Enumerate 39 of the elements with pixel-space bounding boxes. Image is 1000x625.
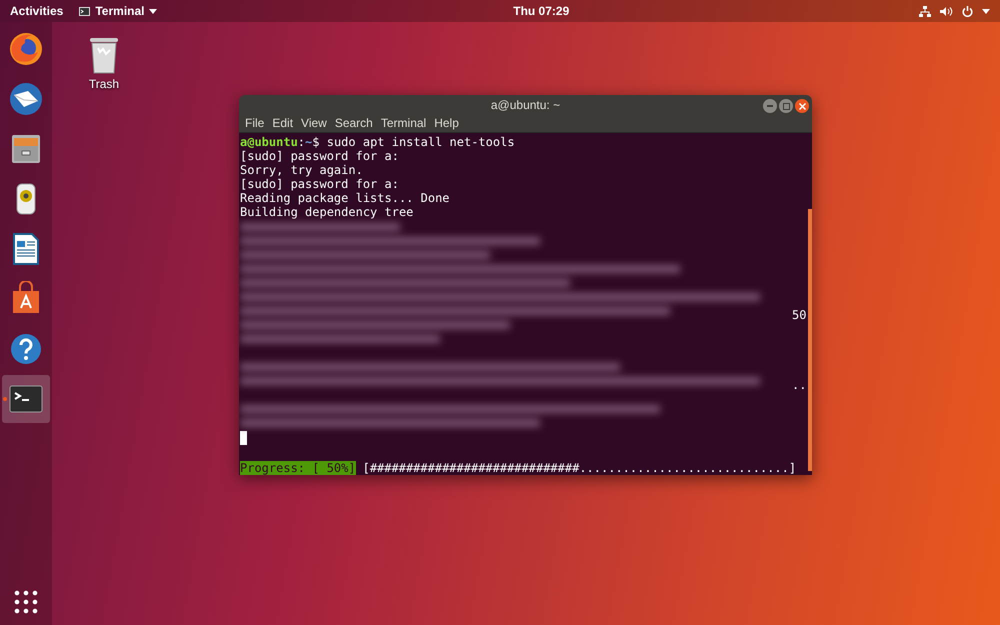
text-fragment: 50 xyxy=(792,308,806,322)
close-icon xyxy=(798,102,806,110)
scrollbar[interactable] xyxy=(808,209,812,471)
activities-button[interactable]: Activities xyxy=(0,0,74,22)
minimize-icon xyxy=(767,105,773,107)
output-line: Reading package lists... Done xyxy=(240,191,451,205)
running-indicator xyxy=(3,397,7,401)
menu-item[interactable]: File xyxy=(241,114,268,132)
app-grid-icon xyxy=(14,590,38,614)
caret-icon xyxy=(149,8,158,14)
command-line: a@ubuntu:~$ sudo apt install net-tools xyxy=(240,135,516,149)
network-icon xyxy=(919,6,931,16)
text-cursor xyxy=(240,431,247,445)
progress-bar-text: [#############################.............................] xyxy=(362,461,796,475)
volume-icon xyxy=(940,6,953,16)
output-line: Sorry, try again. xyxy=(240,163,364,177)
close-button[interactable] xyxy=(795,99,809,113)
menu-item[interactable]: Terminal xyxy=(376,114,430,132)
menu-item[interactable]: Help xyxy=(430,114,463,132)
envelope-icon xyxy=(8,81,44,117)
text-fragment: .. xyxy=(792,378,806,392)
app-menu[interactable]: Terminal xyxy=(73,0,164,22)
minimize-button[interactable] xyxy=(763,99,777,113)
question-mark-icon xyxy=(8,331,44,367)
output-line: Building dependency tree xyxy=(240,205,414,219)
clock[interactable]: Thu 07:29 xyxy=(505,0,578,22)
menu-item[interactable]: Search xyxy=(330,114,377,132)
menu-item[interactable]: View xyxy=(297,114,331,132)
power-icon xyxy=(962,6,973,16)
output-line: [sudo] password for a: xyxy=(240,177,400,191)
desktop-icon-label[interactable]: Trash xyxy=(88,75,120,93)
output-line: [sudo] password for a: xyxy=(240,149,400,163)
progress-label: Progress: [ 50%] xyxy=(240,461,356,475)
menu-item[interactable]: Edit xyxy=(268,114,298,132)
caret-icon xyxy=(982,8,990,14)
maximize-icon xyxy=(782,102,790,110)
terminal-icon xyxy=(79,6,90,16)
window-title: a@ubuntu: ~ xyxy=(490,96,560,114)
trash-can-icon[interactable] xyxy=(88,36,120,74)
